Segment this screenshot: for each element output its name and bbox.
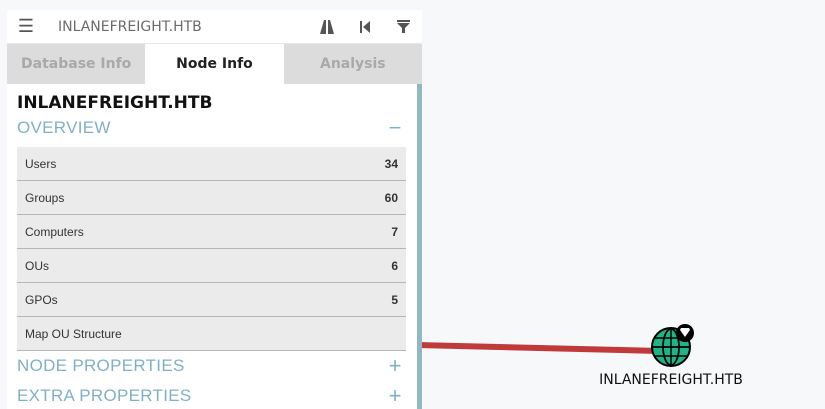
extra-properties-heading: EXTRA PROPERTIES xyxy=(17,386,192,405)
search-input[interactable] xyxy=(45,18,308,35)
expand-icon[interactable]: + xyxy=(385,383,405,409)
back-button[interactable] xyxy=(346,20,384,33)
overview-row-computers[interactable]: Computers 7 xyxy=(17,215,406,249)
pathfinding-icon xyxy=(320,19,334,34)
row-value[interactable]: 6 xyxy=(391,259,398,273)
node-properties-section-header[interactable]: NODE PROPERTIES + xyxy=(17,351,405,381)
filter-icon xyxy=(396,20,410,33)
row-label: GPOs xyxy=(25,292,58,307)
graph-node-label: INLANEFREIGHT.HTB xyxy=(599,372,743,388)
pathfinding-button[interactable] xyxy=(308,19,346,34)
row-label: OUs xyxy=(25,258,49,273)
node-title: INLANEFREIGHT.HTB xyxy=(17,93,213,113)
extra-properties-section-header[interactable]: EXTRA PROPERTIES + xyxy=(17,381,405,409)
expand-icon[interactable]: + xyxy=(385,353,405,379)
tab-node-info[interactable]: Node Info xyxy=(145,44,284,84)
row-value[interactable]: 34 xyxy=(385,157,398,171)
tab-analysis[interactable]: Analysis xyxy=(284,44,422,84)
row-label: Users xyxy=(25,156,57,171)
overview-row-users[interactable]: Users 34 xyxy=(17,147,406,181)
row-label: Map OU Structure xyxy=(25,326,122,341)
overview-row-map-ou-structure[interactable]: Map OU Structure xyxy=(17,317,406,351)
overview-row-ous[interactable]: OUs 6 xyxy=(17,249,406,283)
search-bar: ☰ xyxy=(7,10,422,44)
scrollbar[interactable] xyxy=(417,84,422,409)
collapse-icon[interactable]: − xyxy=(385,115,405,141)
menu-icon[interactable]: ☰ xyxy=(7,16,45,37)
node-properties-heading: NODE PROPERTIES xyxy=(17,356,185,375)
overview-row-gpos[interactable]: GPOs 5 xyxy=(17,283,406,317)
side-panel: ☰ Database Info Node Info Analysis INLAN… xyxy=(7,10,422,409)
row-label: Computers xyxy=(25,224,84,239)
row-value[interactable]: 5 xyxy=(391,293,398,307)
node-info-content: INLANEFREIGHT.HTB OVERVIEW − Users 34 Gr… xyxy=(7,84,422,409)
overview-section-header[interactable]: OVERVIEW − xyxy=(17,113,405,143)
row-value[interactable]: 60 xyxy=(385,191,398,205)
skip-back-icon xyxy=(360,20,370,33)
row-value[interactable]: 7 xyxy=(391,225,398,239)
row-label: Groups xyxy=(25,190,65,205)
highvalue-badge-icon xyxy=(676,324,694,342)
tab-database-info[interactable]: Database Info xyxy=(7,44,145,84)
tab-bar: Database Info Node Info Analysis xyxy=(7,44,422,84)
overview-row-groups[interactable]: Groups 60 xyxy=(17,181,406,215)
overview-heading: OVERVIEW xyxy=(17,118,111,137)
overview-table: Users 34 Groups 60 Computers 7 OUs 6 GPO… xyxy=(17,147,406,351)
filter-button[interactable] xyxy=(384,20,422,33)
